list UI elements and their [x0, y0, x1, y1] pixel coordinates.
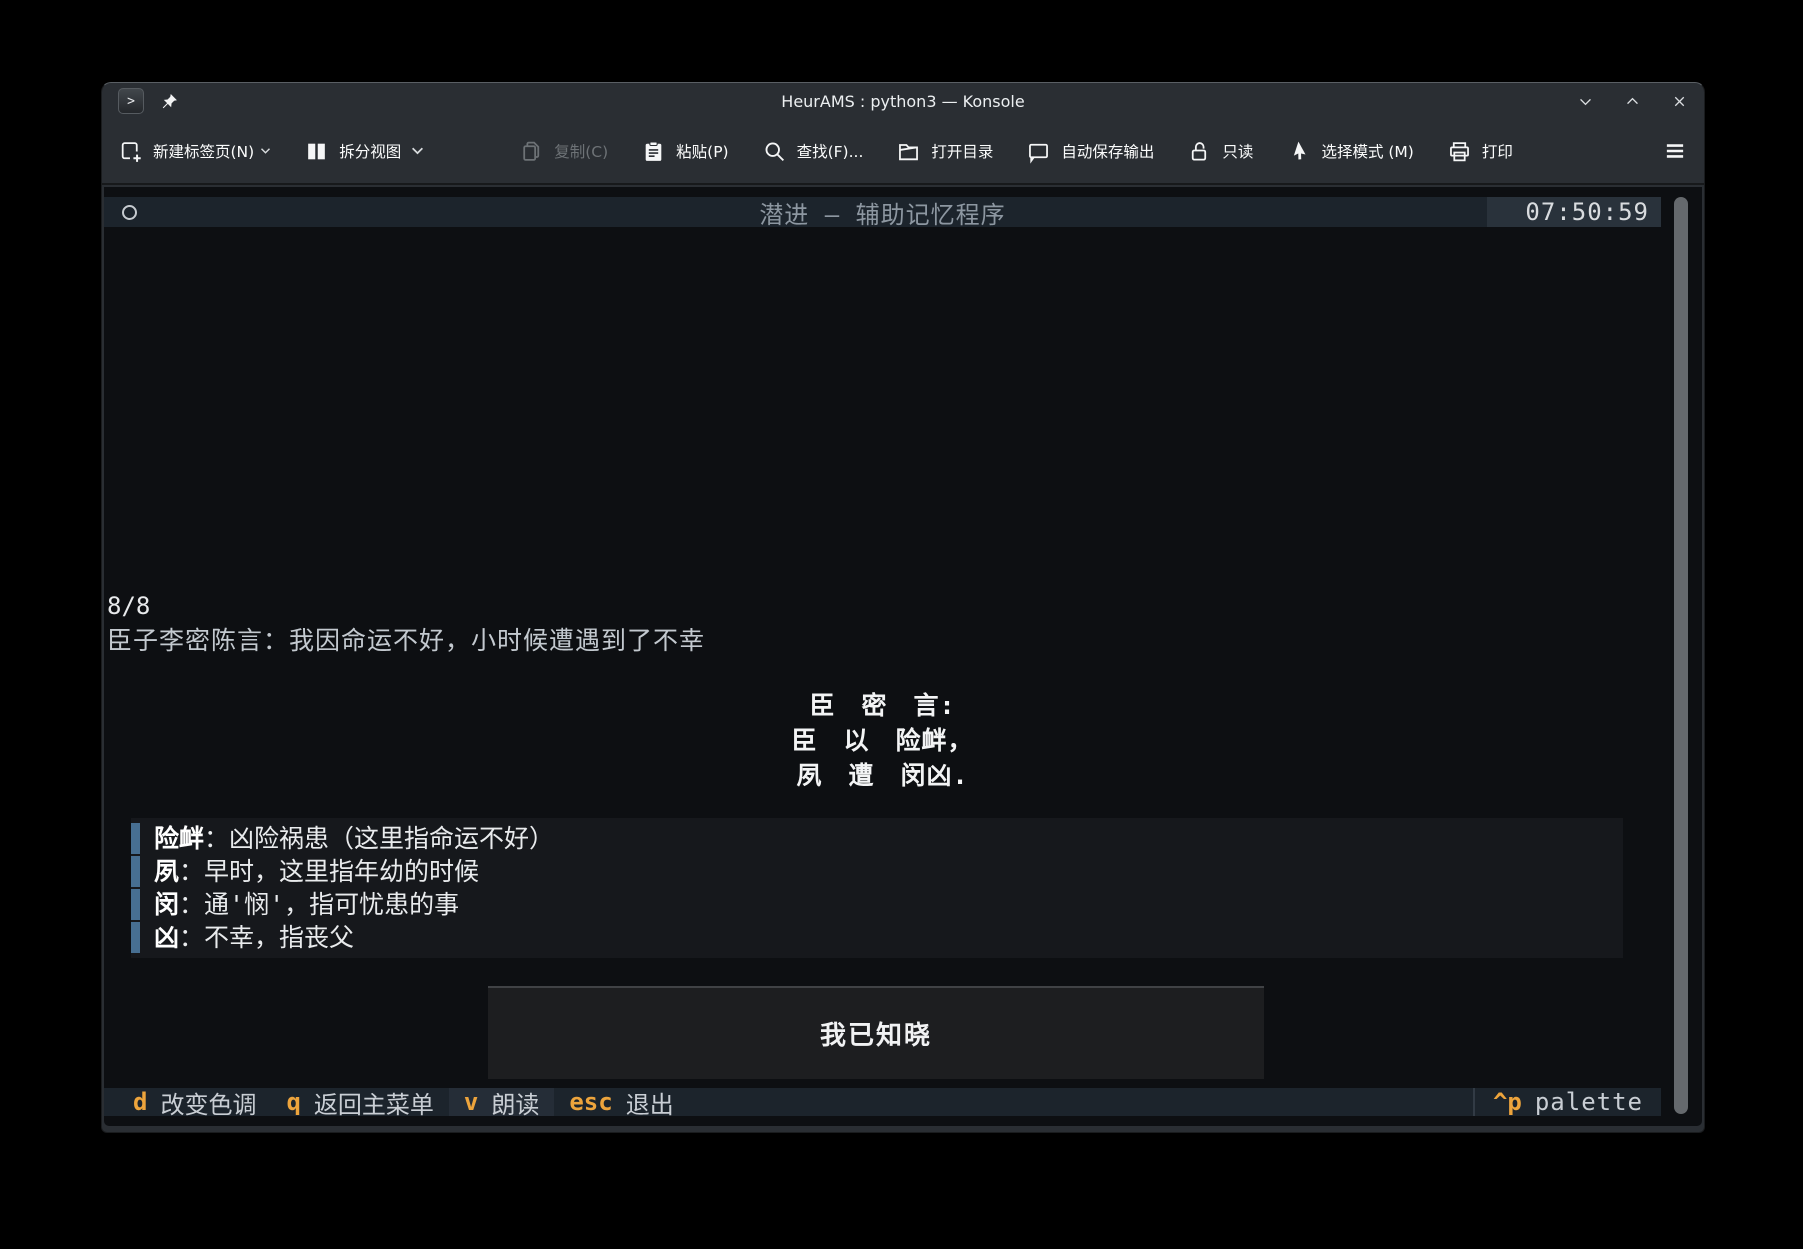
- copy-button: 复制(C): [519, 139, 608, 164]
- chevron-down-icon[interactable]: [411, 146, 424, 156]
- open-directory-button[interactable]: 打开目录: [896, 139, 993, 164]
- key-hint-main-menu[interactable]: q 返回主菜单: [271, 1088, 448, 1116]
- selection-mode-label: 选择模式 (M): [1321, 140, 1413, 162]
- new-tab-button[interactable]: 新建标签页(N): [118, 139, 271, 164]
- search-icon: [762, 139, 787, 164]
- folder-icon: [896, 139, 921, 164]
- window-title: HeurAMS : python3 — Konsole: [102, 92, 1704, 111]
- key-hint-exit[interactable]: esc 退出: [554, 1088, 688, 1116]
- find-button[interactable]: 查找(F)...: [762, 139, 864, 164]
- key-label: 退出: [626, 1085, 674, 1120]
- verse-line: 臣 密 言:: [104, 688, 1661, 723]
- split-view-button[interactable]: 拆分视图: [304, 139, 424, 164]
- chevron-down-icon[interactable]: [260, 147, 271, 155]
- split-view-icon: [304, 139, 329, 164]
- key-badge: esc: [569, 1088, 612, 1116]
- split-view-label: 拆分视图: [339, 140, 401, 162]
- key-label: 返回主菜单: [314, 1085, 434, 1120]
- cursor-icon: [1286, 139, 1311, 164]
- close-icon[interactable]: [1671, 93, 1688, 110]
- key-badge: d: [133, 1088, 147, 1116]
- copy-label: 复制(C): [554, 140, 608, 162]
- annotation-term: 闵: [154, 890, 179, 919]
- annotation-text: ：不幸，指丧父: [179, 923, 354, 952]
- print-button[interactable]: 打印: [1447, 139, 1513, 164]
- open-directory-label: 打开目录: [931, 140, 993, 162]
- terminal-view[interactable]: 潜进 – 辅助记忆程序 07:50:59 8/8 臣子李密陈言：我因命运不好，小…: [104, 187, 1702, 1126]
- selection-mode-button[interactable]: 选择模式 (M): [1286, 139, 1413, 164]
- printer-icon: [1447, 139, 1472, 164]
- paste-label: 粘贴(P): [676, 140, 728, 162]
- scrollbar[interactable]: [1674, 197, 1688, 1114]
- annotation-term: 夙: [154, 857, 179, 886]
- print-label: 打印: [1482, 140, 1513, 162]
- annotation-term: 险衅: [154, 824, 204, 853]
- maximize-icon[interactable]: [1624, 93, 1641, 110]
- pin-icon[interactable]: [160, 92, 179, 111]
- new-tab-label: 新建标签页(N): [153, 140, 254, 162]
- verse-block: 臣 密 言: 臣 以 险衅， 夙 遭 闵凶.: [104, 688, 1661, 793]
- verse-line: 臣 以 险衅，: [104, 723, 1661, 758]
- toolbar: 新建标签页(N) 拆分视图: [102, 119, 1704, 185]
- read-only-label: 只读: [1222, 140, 1253, 162]
- key-hint-palette[interactable]: ^p palette: [1473, 1088, 1661, 1116]
- konsole-window: > HeurAMS : python3 — Konsole: [101, 82, 1705, 1133]
- key-badge: ^p: [1493, 1088, 1522, 1116]
- copy-icon: [519, 139, 544, 164]
- annotation-line: 夙：早时，这里指年幼的时候: [131, 856, 1623, 887]
- key-hint-read-aloud[interactable]: v 朗读: [449, 1088, 554, 1116]
- annotation-text: ：早时，这里指年幼的时候: [179, 857, 479, 886]
- titlebar[interactable]: > HeurAMS : python3 — Konsole: [102, 83, 1704, 119]
- hint-translation: 臣子李密陈言：我因命运不好，小时候遭遇到了不幸: [107, 621, 705, 657]
- acknowledge-button[interactable]: 我已知晓: [488, 986, 1264, 1079]
- lock-icon: [1187, 139, 1212, 164]
- annotation-text: ：通'悯'，指可忧患的事: [179, 890, 459, 919]
- find-label: 查找(F)...: [797, 140, 864, 162]
- minimize-icon[interactable]: [1577, 93, 1594, 110]
- progress-counter: 8/8: [107, 592, 150, 620]
- new-tab-icon: [118, 139, 143, 164]
- annotation-line: 闵：通'悯'，指可忧患的事: [131, 889, 1623, 920]
- annotation-line: 凶：不幸，指丧父: [131, 922, 1623, 953]
- key-hint-change-theme[interactable]: d 改变色调: [118, 1088, 271, 1116]
- annotation-term: 凶: [154, 923, 179, 952]
- tui-header: 潜进 – 辅助记忆程序 07:50:59: [104, 197, 1661, 227]
- key-badge: q: [286, 1088, 300, 1116]
- key-badge: v: [464, 1088, 478, 1116]
- autosave-output-button[interactable]: 自动保存输出: [1026, 139, 1154, 164]
- app-title: 潜进 – 辅助记忆程序: [104, 195, 1661, 230]
- konsole-app-icon: >: [118, 88, 144, 114]
- menu-button[interactable]: [1662, 138, 1688, 164]
- verse-line: 夙 遭 闵凶.: [104, 758, 1661, 793]
- annotation-text: ：凶险祸患（这里指命运不好）: [204, 824, 554, 853]
- annotations-panel: 险衅：凶险祸患（这里指命运不好） 夙：早时，这里指年幼的时候 闵：通'悯'，指可…: [131, 818, 1623, 958]
- output-bubble-icon: [1026, 139, 1051, 164]
- key-label: 改变色调: [160, 1085, 256, 1120]
- key-label: 朗读: [491, 1085, 539, 1120]
- hamburger-icon: [1662, 138, 1688, 164]
- paste-icon: [641, 139, 666, 164]
- key-label: palette: [1535, 1088, 1643, 1116]
- autosave-output-label: 自动保存输出: [1061, 140, 1154, 162]
- annotation-line: 险衅：凶险祸患（这里指命运不好）: [131, 823, 1623, 854]
- paste-button[interactable]: 粘贴(P): [641, 139, 728, 164]
- read-only-button[interactable]: 只读: [1187, 139, 1253, 164]
- footer-keybar: d 改变色调 q 返回主菜单 v 朗读 esc 退出 ^p palette: [104, 1088, 1661, 1116]
